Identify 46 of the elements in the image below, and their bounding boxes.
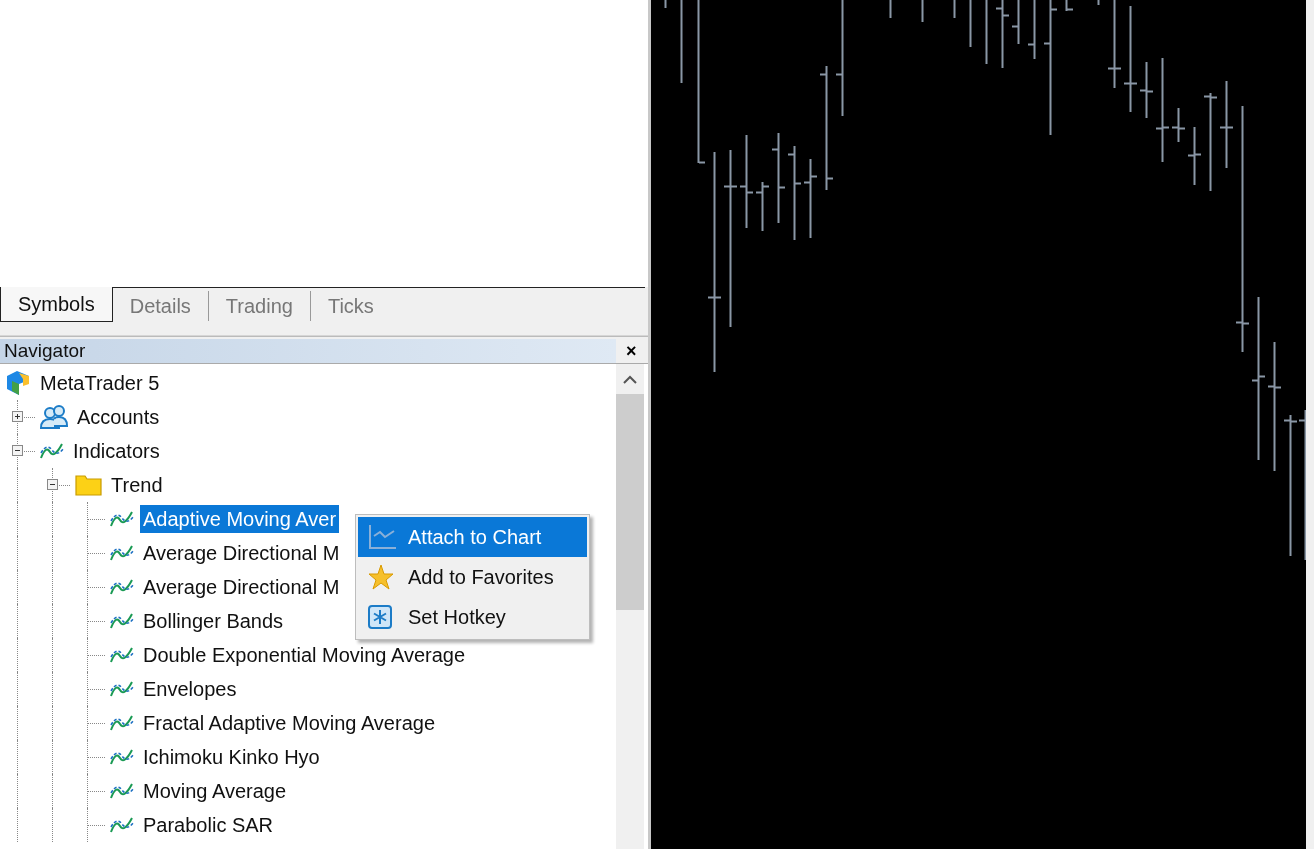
tab[interactable]: Ticks [310, 291, 391, 321]
tree-item[interactable]: Indicators [70, 437, 163, 465]
tree-item[interactable]: Moving Average [140, 777, 290, 805]
tab[interactable]: Trading [208, 291, 311, 321]
tree-item[interactable]: Fractal Adaptive Moving Average [140, 709, 439, 737]
menu-item[interactable]: Attach to Chart [358, 517, 587, 557]
scrollbar-thumb[interactable] [616, 394, 644, 610]
tree-item[interactable]: Double Exponential Moving Average [140, 641, 469, 669]
tab[interactable]: Symbols [0, 287, 113, 322]
tree-item[interactable]: Average Directional M [140, 539, 343, 567]
scrollbar[interactable] [616, 364, 644, 849]
collapse-icon[interactable] [47, 479, 58, 490]
indicator-line-icon [110, 747, 134, 767]
indicator-line-icon [110, 781, 134, 801]
menu-item[interactable]: Add to Favorites [358, 557, 587, 597]
tree-item[interactable]: Parabolic SAR [140, 811, 277, 839]
expand-icon[interactable] [12, 411, 23, 422]
indicator-line-icon [110, 713, 134, 733]
tree-item[interactable]: Adaptive Moving Aver [140, 505, 340, 533]
tree-item[interactable]: Trend [108, 471, 166, 499]
tree-item[interactable]: Bollinger Bands [140, 607, 287, 635]
indicator-line-icon [110, 679, 134, 699]
indicator-line-icon [110, 543, 134, 563]
asterisk-key-icon [368, 605, 392, 629]
indicator-line-icon [110, 815, 134, 835]
tree-item[interactable]: Accounts [74, 403, 163, 431]
tree-item[interactable]: Ichimoku Kinko Hyo [140, 743, 323, 771]
close-button[interactable]: × [626, 340, 637, 362]
panel-title: Navigator [0, 339, 616, 363]
scroll-up-icon[interactable] [623, 374, 637, 384]
indicator-line-icon [110, 577, 134, 597]
chart-icon [368, 524, 396, 550]
indicator-line-icon [110, 509, 134, 529]
indicator-line-icon [110, 611, 134, 631]
menu-item[interactable]: Set Hotkey [358, 597, 587, 637]
tab[interactable]: Details [112, 291, 209, 321]
star-icon [368, 564, 394, 590]
collapse-icon[interactable] [12, 445, 23, 456]
folder-icon [75, 474, 102, 496]
indicator-line-icon [110, 645, 134, 665]
tree-item[interactable]: Envelopes [140, 675, 240, 703]
indicator-line-icon [40, 441, 64, 461]
tree-item[interactable]: Average Directional M [140, 573, 343, 601]
tree-item[interactable]: MetaTrader 5 [37, 369, 163, 397]
people-icon [40, 404, 68, 430]
platform-logo-icon [5, 370, 31, 396]
